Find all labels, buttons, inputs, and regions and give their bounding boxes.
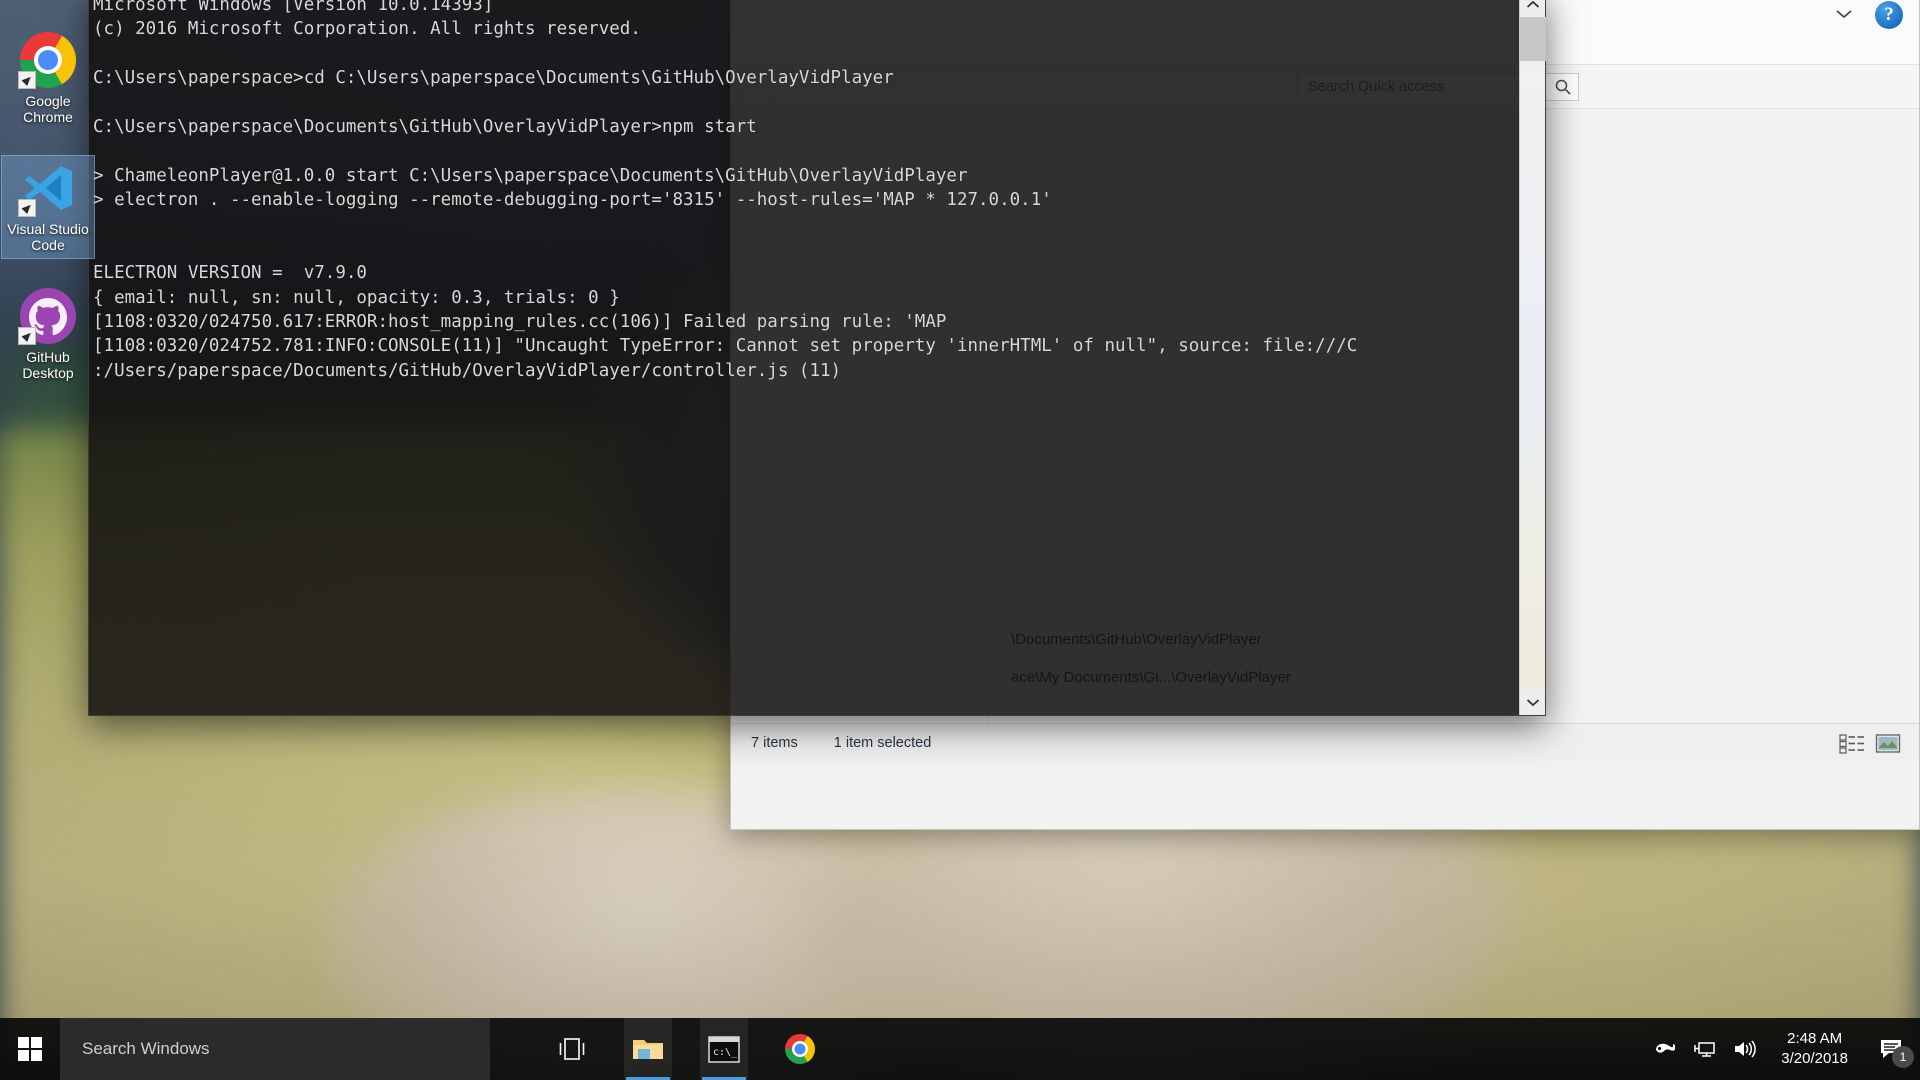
console-line: (c) 2016 Microsoft Corporation. All righ… <box>93 19 641 40</box>
status-selection: 1 item selected <box>833 734 932 751</box>
github-icon <box>18 288 76 345</box>
chevron-down-icon[interactable] <box>1831 3 1857 25</box>
console-line: > ChameleonPlayer@1.0.0 start C:\Users\p… <box>93 165 968 186</box>
command-prompt-window[interactable]: Microsoft Windows [Version 10.0.14393] (c… <box>88 0 1546 716</box>
desktop-icon-label: Visual Studio <box>7 221 89 237</box>
desktop-icon-label: Code <box>31 237 65 253</box>
taskbar-app-buttons: c:\_ <box>548 1018 824 1080</box>
desktop-screen: ? Search Quick access \Documents\GitHub\… <box>0 0 1920 1080</box>
chrome-icon <box>18 32 76 89</box>
notification-center-button[interactable]: 1 <box>1864 1018 1920 1080</box>
shortcut-arrow-icon <box>18 327 36 345</box>
desktop-icon-label: Google <box>25 93 71 109</box>
console-line: { email: null, sn: null, opacity: 0.3, t… <box>93 287 620 308</box>
scrollbar-track[interactable] <box>1520 61 1545 689</box>
console-line: Microsoft Windows [Version 10.0.14393] <box>93 0 494 15</box>
clock-time: 2:48 AM <box>1787 1030 1843 1047</box>
console-line: C:\Users\paperspace\Documents\GitHub\Ove… <box>93 116 757 137</box>
explorer-status-bar: 7 items 1 item selected <box>731 723 1919 761</box>
network-icon[interactable] <box>1685 1018 1725 1080</box>
console-line: [1108:0320/024752.781:INFO:CONSOLE(11)] … <box>93 336 1358 357</box>
desktop-icon-list: Google Chrome Visual Studio Code GitHub … <box>0 28 96 412</box>
taskbar-item-google-chrome[interactable] <box>776 1018 824 1080</box>
desktop-icon-label: Chrome <box>23 109 73 125</box>
large-icons-view-icon[interactable] <box>1875 732 1901 754</box>
taskbar-clock[interactable]: 2:48 AM 3/20/2018 <box>1765 1029 1864 1069</box>
desktop-icon-google-chrome[interactable]: Google Chrome <box>2 28 94 130</box>
shortcut-arrow-icon <box>18 71 36 89</box>
console-output: Microsoft Windows [Version 10.0.14393] (c… <box>89 0 1519 715</box>
help-button[interactable]: ? <box>1875 1 1903 29</box>
taskbar-item-command-prompt[interactable]: c:\_ <box>700 1018 748 1080</box>
search-icon <box>1554 78 1572 96</box>
console-line: ELECTRON VERSION = v7.9.0 <box>93 263 367 284</box>
shortcut-arrow-icon <box>18 199 36 217</box>
desktop-icon-label: GitHub <box>26 349 70 365</box>
scroll-up-icon[interactable] <box>1520 0 1546 17</box>
status-item-count: 7 items <box>751 734 798 751</box>
desktop-icon-label: Desktop <box>22 365 74 381</box>
console-line: :/Users/paperspace/Documents/GitHub/Over… <box>93 360 842 381</box>
console-scrollbar[interactable] <box>1519 0 1546 715</box>
console-line: [1108:0320/024750.617:ERROR:host_mapping… <box>93 312 947 333</box>
taskbar-search-input[interactable]: Search Windows <box>60 1018 490 1080</box>
view-toggle-group <box>1839 732 1901 754</box>
vscode-icon <box>18 160 76 217</box>
notification-badge: 1 <box>1892 1046 1914 1068</box>
desktop-icon-github-desktop[interactable]: GitHub Desktop <box>2 284 94 386</box>
chameleon-tray-icon[interactable] <box>1645 1018 1685 1080</box>
desktop-icon-visual-studio-code[interactable]: Visual Studio Code <box>1 155 95 259</box>
taskbar-item-task-view[interactable] <box>548 1018 596 1080</box>
scroll-down-icon[interactable] <box>1520 689 1546 715</box>
start-button[interactable] <box>0 1018 60 1080</box>
details-view-icon[interactable] <box>1839 732 1865 754</box>
taskbar-item-file-explorer[interactable] <box>624 1018 672 1080</box>
clock-date: 3/20/2018 <box>1781 1050 1848 1067</box>
scrollbar-thumb[interactable] <box>1520 17 1546 61</box>
volume-icon[interactable] <box>1725 1018 1765 1080</box>
svg-text:c:\_: c:\_ <box>713 1047 738 1058</box>
system-tray: 2:48 AM 3/20/2018 1 <box>1645 1018 1920 1080</box>
taskbar: Search Windows c:\_ 2:48 AM 3/20/2018 1 <box>0 1018 1920 1080</box>
console-line: C:\Users\paperspace>cd C:\Users\paperspa… <box>93 68 894 89</box>
windows-logo-icon <box>18 1037 42 1061</box>
taskbar-search-placeholder: Search Windows <box>82 1039 210 1058</box>
console-line: > electron . --enable-logging --remote-d… <box>93 190 1052 211</box>
